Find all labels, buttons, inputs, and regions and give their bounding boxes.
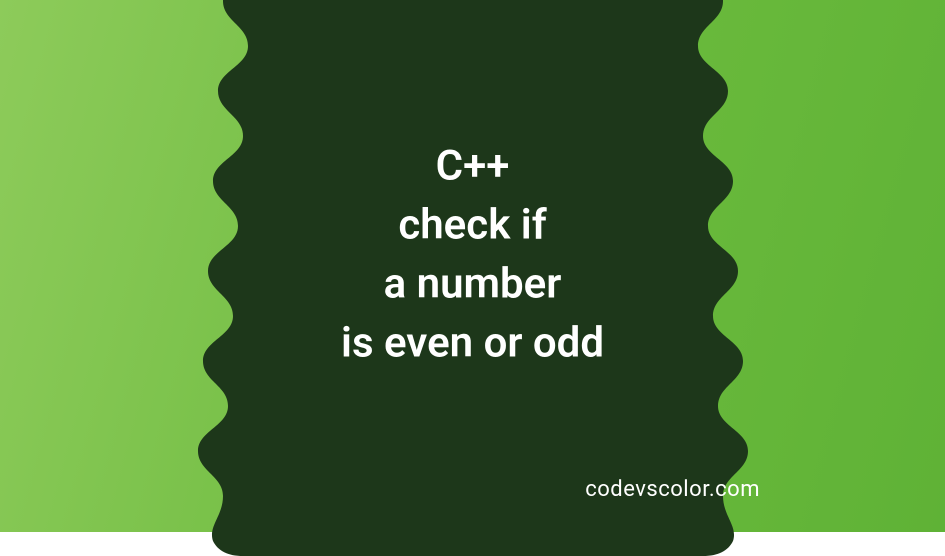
title-line-3: a number bbox=[0, 255, 945, 314]
title-line-1: C++ bbox=[0, 138, 945, 197]
title-text: C++ check if a number is even or odd bbox=[0, 138, 945, 373]
watermark-text: codevscolor.com bbox=[585, 477, 760, 502]
title-line-2: check if bbox=[0, 197, 945, 256]
title-line-4: is even or odd bbox=[0, 314, 945, 373]
